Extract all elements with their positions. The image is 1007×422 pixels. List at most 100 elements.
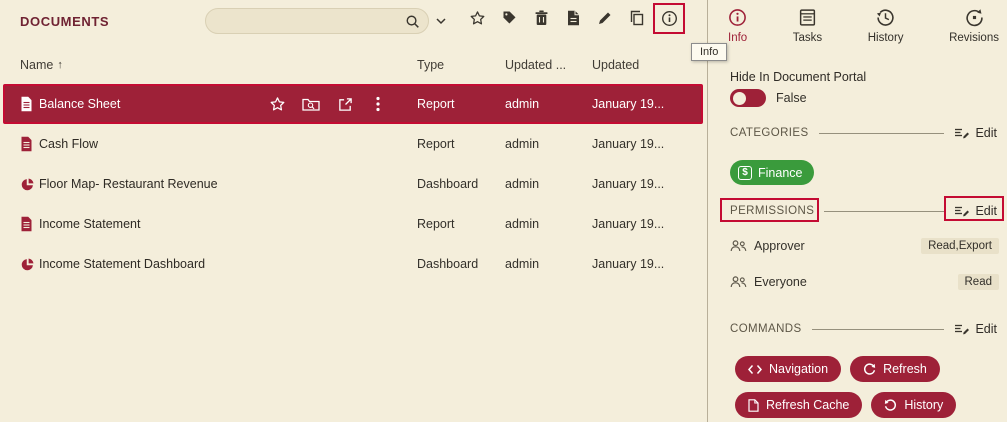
search-icon bbox=[405, 14, 420, 29]
document-updated: January 19... bbox=[592, 137, 665, 151]
search-input[interactable] bbox=[218, 14, 405, 28]
document-type: Report bbox=[417, 137, 455, 151]
history-clock-icon bbox=[876, 8, 895, 27]
categories-section-header: CATEGORIES Edit bbox=[730, 123, 997, 143]
tab-revisions[interactable]: Revisions bbox=[949, 8, 999, 44]
chevron-down-icon bbox=[435, 15, 447, 27]
permission-group-name: Everyone bbox=[754, 275, 807, 289]
row-favorite-button[interactable] bbox=[269, 86, 286, 122]
table-row[interactable]: Income Statement Report admin January 19… bbox=[0, 204, 706, 244]
row-preview-button[interactable] bbox=[302, 86, 320, 122]
tag-button[interactable] bbox=[498, 7, 520, 29]
document-updated-by: admin bbox=[505, 257, 540, 271]
commands-title: COMMANDS bbox=[730, 323, 802, 335]
column-header-name[interactable]: Name ↑ bbox=[20, 58, 63, 72]
sort-ascending-icon: ↑ bbox=[57, 59, 63, 71]
edit-list-icon bbox=[954, 127, 970, 140]
table-row[interactable]: Floor Map- Restaurant Revenue Dashboard … bbox=[0, 164, 706, 204]
document-name: Floor Map- Restaurant Revenue bbox=[39, 177, 218, 191]
dollar-icon: $ bbox=[738, 165, 752, 180]
refresh-icon bbox=[863, 362, 876, 376]
categories-title: CATEGORIES bbox=[730, 127, 809, 139]
navigation-command-button[interactable]: Navigation bbox=[735, 356, 842, 382]
document-name: Income Statement bbox=[39, 217, 141, 231]
refresh-cache-command-button[interactable]: Refresh Cache bbox=[735, 392, 863, 418]
report-document-icon bbox=[20, 124, 33, 164]
commands-edit-button[interactable]: Edit bbox=[954, 322, 997, 336]
category-chip-finance[interactable]: $ Finance bbox=[730, 160, 815, 185]
permission-rights-badge: Read,Export bbox=[921, 238, 999, 254]
history-arrow-icon bbox=[884, 398, 897, 412]
document-name: Income Statement Dashboard bbox=[39, 257, 206, 271]
document-type: Report bbox=[417, 97, 455, 111]
categories-edit-button[interactable]: Edit bbox=[954, 126, 997, 140]
permission-row: Approver Read,Export bbox=[730, 234, 999, 258]
export-document-button[interactable] bbox=[562, 7, 584, 29]
search-options-button[interactable] bbox=[434, 14, 448, 28]
document-type: Dashboard bbox=[417, 257, 479, 271]
document-icon bbox=[748, 398, 759, 412]
permissions-edit-button[interactable]: Edit bbox=[954, 204, 997, 218]
table-header: Name ↑ Type Updated ... Updated bbox=[0, 58, 707, 76]
refresh-command-button[interactable]: Refresh bbox=[850, 356, 940, 382]
permission-row: Everyone Read bbox=[730, 270, 999, 294]
dashboard-pie-icon bbox=[20, 244, 35, 284]
people-icon bbox=[730, 240, 747, 252]
copy-button[interactable] bbox=[626, 7, 648, 29]
document-type: Report bbox=[417, 217, 455, 231]
edit-list-icon bbox=[954, 205, 970, 218]
info-tooltip: Info bbox=[691, 43, 728, 61]
hide-in-portal-toggle[interactable] bbox=[730, 89, 766, 107]
tab-info[interactable]: Info bbox=[728, 8, 747, 44]
favorite-button[interactable] bbox=[466, 7, 488, 29]
table-row[interactable]: Balance Sheet Report admin January 19... bbox=[3, 84, 703, 124]
documents-toolbar bbox=[466, 7, 680, 29]
hide-in-portal-label: Hide In Document Portal bbox=[730, 70, 867, 84]
tab-history[interactable]: History bbox=[868, 8, 904, 44]
permission-group-name: Approver bbox=[754, 239, 805, 253]
people-icon bbox=[730, 276, 747, 288]
hide-in-portal-value: False bbox=[776, 91, 807, 105]
table-row[interactable]: Cash Flow Report admin January 19... bbox=[0, 124, 706, 164]
panel-title: DOCUMENTS bbox=[20, 14, 110, 29]
column-header-updated[interactable]: Updated bbox=[592, 58, 639, 72]
column-header-updated-by[interactable]: Updated ... bbox=[505, 58, 566, 72]
permission-rights-badge: Read bbox=[957, 274, 999, 290]
details-tabs: Info Tasks History Revisions bbox=[708, 8, 1007, 44]
document-updated: January 19... bbox=[592, 257, 665, 271]
search-box bbox=[205, 8, 429, 34]
table-row[interactable]: Income Statement Dashboard Dashboard adm… bbox=[0, 244, 706, 284]
tab-tasks[interactable]: Tasks bbox=[793, 8, 822, 44]
row-more-button[interactable] bbox=[376, 86, 380, 122]
dashboard-pie-icon bbox=[20, 164, 35, 204]
permissions-section-header: PERMISSIONS Edit bbox=[730, 201, 997, 221]
edit-list-icon bbox=[954, 323, 970, 336]
document-type: Dashboard bbox=[417, 177, 479, 191]
pencil-icon bbox=[597, 10, 613, 26]
delete-document-button[interactable] bbox=[530, 7, 552, 29]
edit-button[interactable] bbox=[594, 7, 616, 29]
copy-icon bbox=[629, 10, 645, 26]
revisions-rotate-icon bbox=[965, 8, 984, 27]
history-command-button[interactable]: History bbox=[871, 392, 957, 418]
search-button[interactable] bbox=[405, 14, 420, 29]
row-open-in-new-button[interactable] bbox=[338, 86, 353, 122]
document-updated-by: admin bbox=[505, 177, 540, 191]
tasks-clipboard-icon bbox=[798, 8, 817, 27]
export-document-icon bbox=[566, 10, 580, 26]
app-window: DOCUMENTS Info Name ↑ Type Updated ... U… bbox=[0, 0, 1007, 422]
star-icon bbox=[469, 10, 486, 27]
info-circle-icon bbox=[728, 8, 747, 27]
document-updated-by: admin bbox=[505, 217, 540, 231]
commands-section-header: COMMANDS Edit bbox=[730, 319, 997, 339]
details-panel: Info Tasks History Revisions Hide In Doc… bbox=[708, 0, 1007, 422]
documents-panel: DOCUMENTS Info Name ↑ Type Updated ... U… bbox=[0, 0, 728, 422]
report-document-icon bbox=[20, 204, 33, 244]
section-divider bbox=[811, 328, 945, 330]
column-header-type[interactable]: Type bbox=[417, 58, 444, 72]
toggle-knob bbox=[732, 91, 746, 105]
info-icon bbox=[661, 10, 678, 27]
info-button[interactable] bbox=[658, 7, 680, 29]
section-divider bbox=[824, 210, 945, 212]
section-divider bbox=[818, 132, 945, 134]
